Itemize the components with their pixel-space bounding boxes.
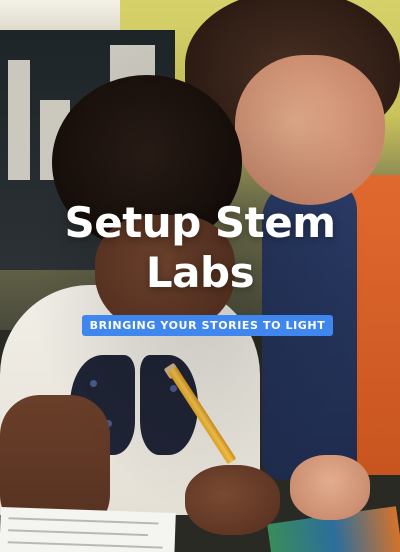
tagline-badge: BRINGING YOUR STORIES TO LIGHT [82,315,333,336]
title-line-2: Labs [145,248,255,297]
title-line-1: Setup Stem [64,198,336,247]
poster-title: Setup Stem Labs [0,198,400,298]
poster: Setup Stem Labs BRINGING YOUR STORIES TO… [0,0,400,552]
